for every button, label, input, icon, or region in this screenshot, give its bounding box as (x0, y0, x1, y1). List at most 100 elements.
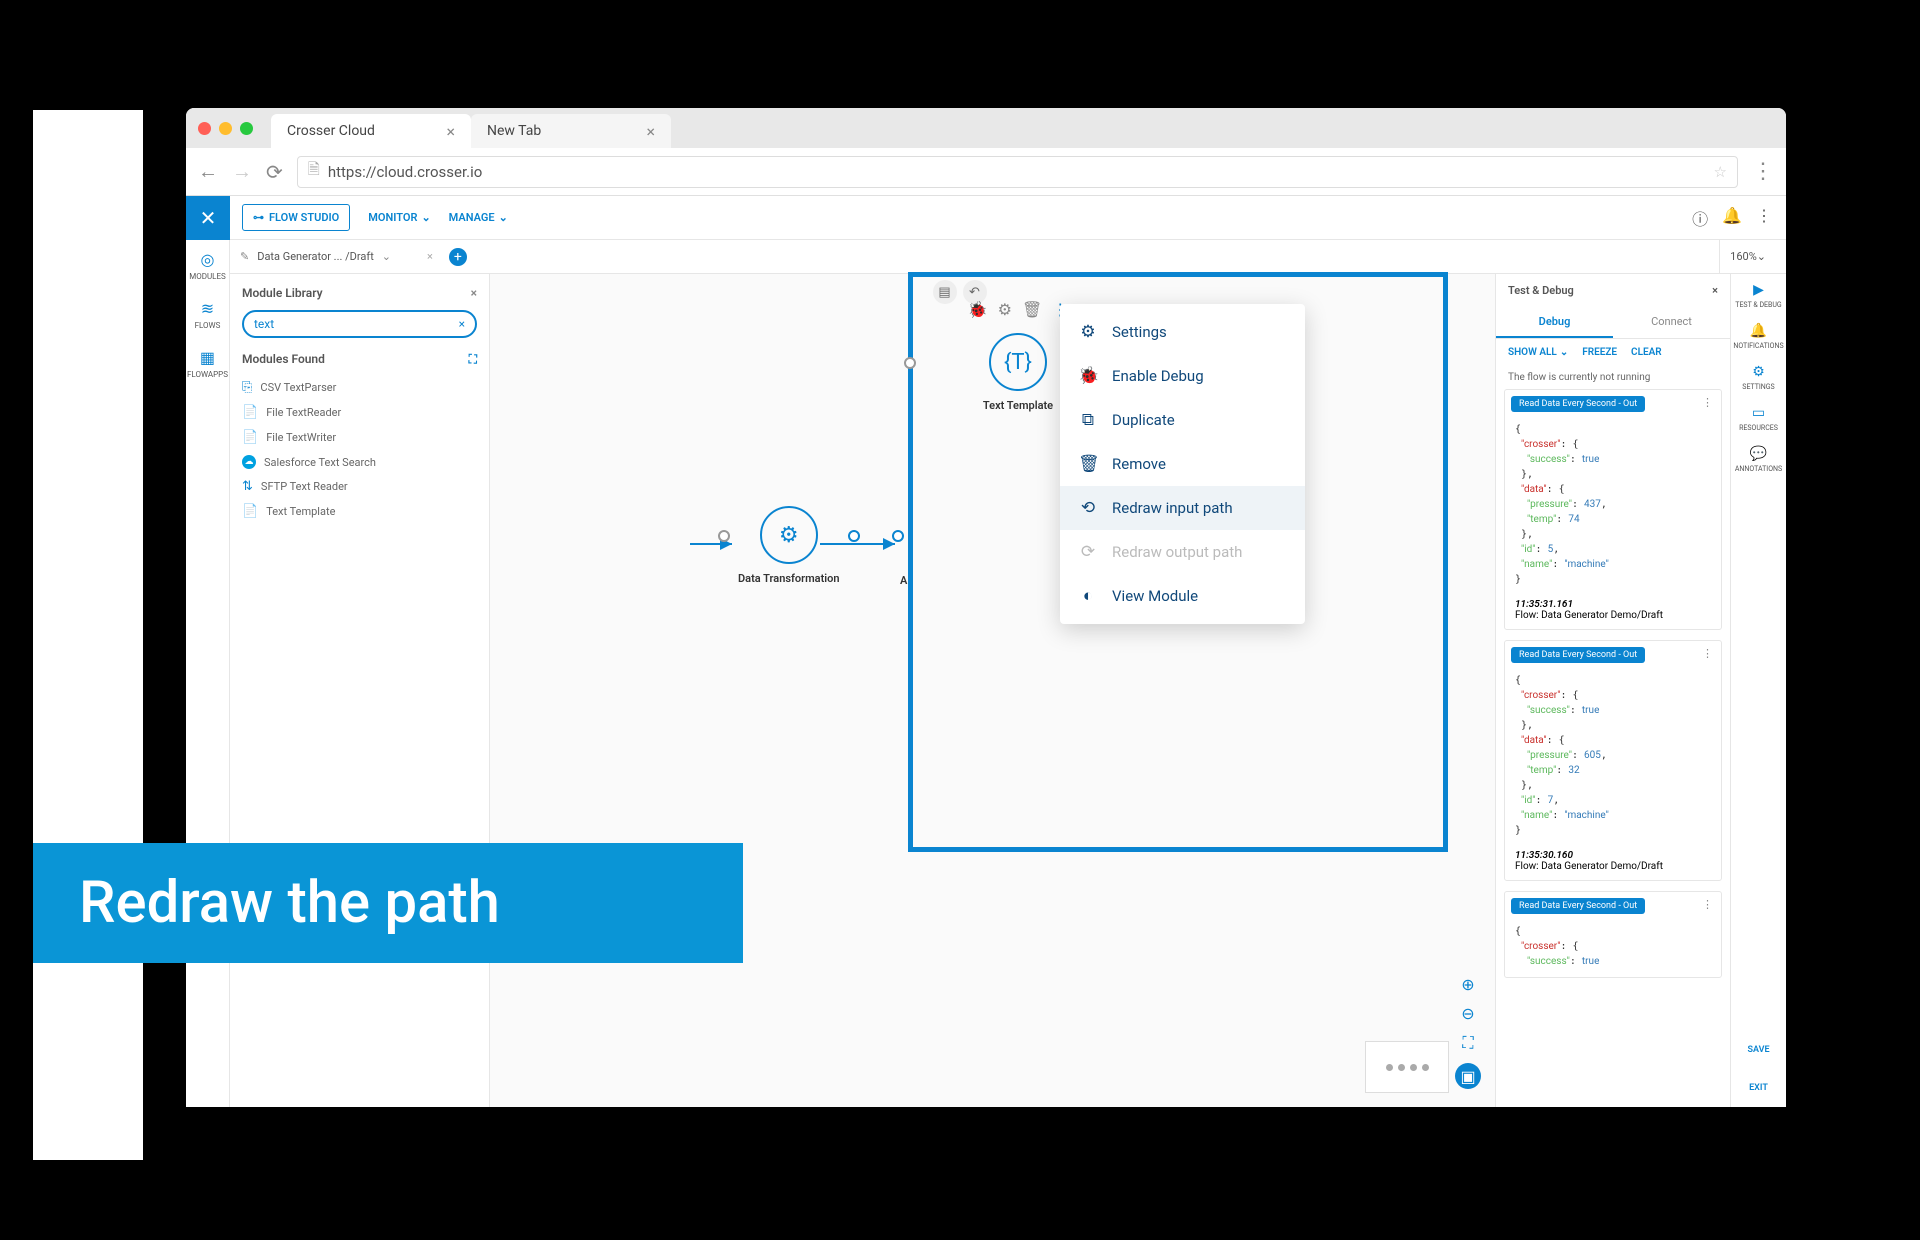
module-search-input[interactable]: text × (242, 310, 477, 338)
browser-menu-icon[interactable]: ⋮ (1752, 159, 1774, 184)
rail-label: FLOWS (195, 321, 221, 330)
rail-modules[interactable]: ◎MODULES (189, 250, 226, 281)
menu-item-label: Redraw input path (1112, 499, 1233, 517)
menu-item-icon: 🗑 (1078, 454, 1098, 474)
module-icon: ⎘ (242, 380, 252, 395)
module-item[interactable]: ⎘CSV TextParser (242, 375, 477, 400)
expand-icon[interactable]: ⛶ (469, 352, 477, 367)
debug-card: Read Data Every Second - Out⋮{ "crosser"… (1504, 389, 1722, 630)
flow-canvas[interactable]: ▤ ↶ ⚙ Data Transformation (490, 274, 1495, 1107)
right-rail-item[interactable]: ⚙SETTINGS (1742, 364, 1774, 391)
bookmark-icon[interactable]: ☆ (1714, 163, 1727, 181)
context-menu-item[interactable]: ⧉Duplicate (1060, 398, 1305, 442)
manage-menu[interactable]: MANAGE⌄ (449, 211, 508, 224)
context-menu-item[interactable]: ⚙Settings (1060, 310, 1305, 354)
notification-icon[interactable]: 🔔 (1722, 206, 1742, 230)
module-item[interactable]: 📄File TextWriter (242, 425, 477, 450)
module-item[interactable]: ⇅SFTP Text Reader (242, 474, 477, 499)
right-rail-item[interactable]: ▶TEST & DEBUG (1735, 282, 1781, 309)
close-crumb-icon[interactable]: × (427, 250, 433, 263)
zoom-out-icon[interactable]: ⊖ (1461, 1004, 1474, 1023)
show-all-dropdown[interactable]: SHOW ALL ⌄ (1508, 347, 1568, 358)
back-icon[interactable]: ← (198, 159, 218, 184)
right-rail-item[interactable]: ▭RESOURCES (1739, 405, 1778, 432)
module-item[interactable]: 📄Text Template (242, 499, 477, 524)
fit-icon[interactable]: ▣ (1455, 1063, 1481, 1089)
browser-tab-crosser[interactable]: Crosser Cloud× (271, 114, 471, 148)
chevron-down-icon: ⌄ (421, 211, 430, 224)
node-partial[interactable]: A (900, 506, 907, 587)
rail-label: ANNOTATIONS (1735, 465, 1782, 473)
trash-icon[interactable]: 🗑 (1022, 300, 1042, 319)
module-label: File TextReader (266, 406, 341, 419)
output-port[interactable] (848, 530, 860, 542)
banner-text: Redraw the path (79, 869, 500, 937)
debug-icon[interactable]: 🐞 (968, 300, 988, 319)
input-port[interactable] (892, 530, 904, 542)
card-more-icon[interactable]: ⋮ (1702, 396, 1713, 409)
context-menu-item[interactable]: 🐞Enable Debug (1060, 354, 1305, 398)
close-window-icon[interactable] (198, 122, 211, 135)
right-rail-item[interactable]: 🔔NOTIFICATIONS (1733, 323, 1783, 350)
right-rail-button[interactable]: SAVE (1747, 1045, 1769, 1055)
edit-icon[interactable]: ✎ (240, 250, 249, 263)
right-rail-item[interactable]: 💬ANNOTATIONS (1735, 446, 1782, 473)
url-input[interactable]: 🗎https://cloud.crosser.io☆ (297, 156, 1738, 188)
gear-icon[interactable]: ⚙ (998, 300, 1012, 319)
card-more-icon[interactable]: ⋮ (1702, 898, 1713, 911)
debug-card-list[interactable]: Read Data Every Second - Out⋮{ "crosser"… (1496, 389, 1730, 1107)
module-label: File TextWriter (266, 431, 336, 444)
forward-icon[interactable]: → (232, 159, 252, 184)
chevron-down-icon[interactable]: ⌄ (382, 250, 391, 263)
tab-connect[interactable]: Connect (1613, 307, 1730, 338)
help-icon[interactable]: ⓘ (1692, 206, 1708, 230)
input-port[interactable] (904, 357, 916, 369)
flow-studio-button[interactable]: ⊶FLOW STUDIO (242, 204, 350, 231)
node-label: Data Transformation (738, 572, 840, 585)
app-logo[interactable]: ✕ (186, 196, 230, 240)
breadcrumb-label: Data Generator ... /Draft (257, 250, 374, 263)
fullscreen-icon[interactable]: ⛶ (1462, 1033, 1473, 1053)
input-port[interactable] (718, 530, 730, 542)
close-tab-icon[interactable]: × (446, 122, 455, 141)
context-menu-item[interactable]: ◐View Module (1060, 574, 1305, 618)
node-data-transformation[interactable]: ⚙ Data Transformation (738, 506, 840, 585)
clear-button[interactable]: CLEAR (1631, 347, 1662, 358)
zoom-indicator[interactable]: 160% ⌄ (1719, 240, 1776, 273)
zoom-in-icon[interactable]: ⊕ (1461, 975, 1474, 994)
page-info-icon[interactable]: 🗎 (308, 159, 320, 184)
module-icon: 📄 (242, 504, 258, 519)
search-value: text (254, 317, 274, 331)
close-panel-icon[interactable]: × (1712, 284, 1718, 297)
add-tab-button[interactable]: + (449, 248, 467, 266)
flowapps-icon: ▦ (200, 348, 215, 367)
app-menu-icon[interactable]: ⋮ (1756, 206, 1772, 230)
browser-tab-new[interactable]: New Tab× (471, 114, 671, 148)
maximize-window-icon[interactable] (240, 122, 253, 135)
node-icon: {T} (989, 333, 1047, 391)
tab-debug[interactable]: Debug (1496, 307, 1613, 338)
context-menu-item[interactable]: ⟲Redraw input path (1060, 486, 1305, 530)
reload-icon[interactable]: ⟳ (266, 160, 283, 184)
close-panel-icon[interactable]: × (471, 286, 477, 300)
rail-flows[interactable]: ≋FLOWS (195, 299, 221, 330)
show-all-label: SHOW ALL (1508, 347, 1557, 358)
rail-flowapps[interactable]: ▦FLOWAPPS (187, 348, 228, 379)
debug-chip: Read Data Every Second - Out (1511, 396, 1645, 412)
right-rail-button[interactable]: EXIT (1749, 1083, 1768, 1093)
module-item[interactable]: ☁Salesforce Text Search (242, 450, 477, 474)
debug-chip: Read Data Every Second - Out (1511, 898, 1645, 914)
menu-item-label: Settings (1112, 323, 1167, 341)
freeze-button[interactable]: FREEZE (1582, 347, 1617, 358)
menu-item-label: Redraw output path (1112, 543, 1242, 561)
menu-item-label: Duplicate (1112, 411, 1175, 429)
context-menu-item: ⟳Redraw output path (1060, 530, 1305, 574)
card-more-icon[interactable]: ⋮ (1702, 647, 1713, 660)
close-tab-icon[interactable]: × (646, 122, 655, 141)
minimize-window-icon[interactable] (219, 122, 232, 135)
monitor-menu[interactable]: MONITOR⌄ (368, 211, 430, 224)
context-menu-item[interactable]: 🗑Remove (1060, 442, 1305, 486)
minimap[interactable] (1365, 1041, 1449, 1093)
clear-search-icon[interactable]: × (459, 317, 465, 331)
module-item[interactable]: 📄File TextReader (242, 400, 477, 425)
